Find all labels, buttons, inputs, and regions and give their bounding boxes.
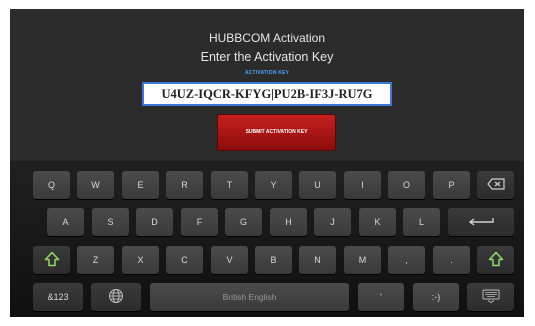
smiley-key[interactable]: :-): [413, 283, 459, 311]
activation-panel: HUBBCOM Activation Enter the Activation …: [10, 9, 524, 161]
key-label: D: [151, 217, 158, 227]
key-s[interactable]: S: [92, 208, 129, 236]
key-j[interactable]: J: [314, 208, 351, 236]
key-o[interactable]: O: [388, 171, 425, 199]
key-label: Z: [92, 255, 99, 265]
key-a[interactable]: A: [47, 208, 84, 236]
key-m[interactable]: M: [344, 246, 381, 274]
key-k[interactable]: K: [359, 208, 396, 236]
key-d[interactable]: D: [136, 208, 173, 236]
keyboard-hide-icon: [482, 289, 500, 305]
backspace-key[interactable]: [477, 171, 514, 199]
key-label: C: [181, 255, 188, 265]
key-label: M: [358, 255, 367, 265]
key-label: U: [314, 180, 321, 190]
key-f[interactable]: F: [181, 208, 218, 236]
key-comma[interactable]: ,: [388, 246, 425, 274]
key-c[interactable]: C: [166, 246, 203, 274]
key-label: H: [285, 217, 292, 227]
key-w[interactable]: W: [77, 171, 114, 199]
apostrophe-key[interactable]: ': [358, 283, 404, 311]
key-u[interactable]: U: [299, 171, 336, 199]
key-label: Y: [270, 180, 277, 190]
activation-key-label: ACTIVATION KEY: [244, 70, 290, 76]
key-e[interactable]: E: [122, 171, 159, 199]
key-label: N: [314, 255, 321, 265]
key-label: ,: [405, 255, 408, 265]
key-label: F: [196, 217, 203, 227]
key-label: A: [62, 217, 69, 227]
space-bar-label: British English: [222, 292, 277, 302]
key-v[interactable]: V: [211, 246, 248, 274]
key-z[interactable]: Z: [77, 246, 114, 274]
key-label: I: [361, 180, 364, 190]
key-label: B: [270, 255, 277, 265]
key-label: O: [402, 180, 410, 190]
key-n[interactable]: N: [299, 246, 336, 274]
onscreen-keyboard: Q W E R T Y U I O P A S D F G H J K L Z …: [10, 161, 524, 317]
app-title: HUBBCOM Activation: [208, 31, 326, 45]
key-h[interactable]: H: [270, 208, 307, 236]
key-label: .: [450, 255, 453, 265]
key-label: P: [448, 180, 455, 190]
numbers-key[interactable]: &123: [33, 283, 83, 311]
activation-key-input[interactable]: U4UZ-IQCR-KFYG|PU2B-IF3J-RU7G: [142, 82, 392, 106]
key-label: S: [107, 217, 114, 227]
backspace-icon: [486, 178, 505, 192]
key-label: G: [239, 217, 247, 227]
submit-activation-button[interactable]: SUBMIT ACTIVATION KEY: [217, 114, 336, 151]
shift-key-right[interactable]: [477, 246, 514, 274]
shift-icon: [44, 251, 60, 270]
key-i[interactable]: I: [344, 171, 381, 199]
key-b[interactable]: B: [255, 246, 292, 274]
activation-screen: HUBBCOM Activation Enter the Activation …: [10, 9, 524, 317]
space-bar[interactable]: British English: [150, 283, 349, 311]
key-label: L: [418, 217, 424, 227]
key-g[interactable]: G: [225, 208, 262, 236]
enter-key[interactable]: [448, 208, 514, 236]
key-period[interactable]: .: [433, 246, 470, 274]
key-label: W: [91, 180, 100, 190]
key-t[interactable]: T: [211, 171, 248, 199]
key-label: R: [181, 180, 188, 190]
key-label: &123: [47, 292, 69, 302]
shift-icon: [488, 251, 504, 270]
hide-keyboard-key[interactable]: [467, 283, 514, 311]
key-label: :-): [431, 292, 441, 302]
enter-icon: [468, 216, 494, 228]
key-label: T: [226, 180, 233, 190]
globe-icon: [108, 288, 124, 306]
key-r[interactable]: R: [166, 171, 203, 199]
key-label: Q: [47, 180, 55, 190]
key-x[interactable]: X: [122, 246, 159, 274]
key-label: J: [330, 217, 335, 227]
shift-key-left[interactable]: [33, 246, 70, 274]
language-key[interactable]: [91, 283, 141, 311]
key-p[interactable]: P: [433, 171, 470, 199]
key-label: K: [374, 217, 381, 227]
key-label: ': [380, 292, 382, 302]
key-y[interactable]: Y: [255, 171, 292, 199]
key-l[interactable]: L: [403, 208, 440, 236]
key-q[interactable]: Q: [33, 171, 70, 199]
key-label: X: [137, 255, 144, 265]
key-label: E: [137, 180, 144, 190]
key-label: V: [226, 255, 233, 265]
page-subtitle: Enter the Activation Key: [200, 50, 334, 64]
